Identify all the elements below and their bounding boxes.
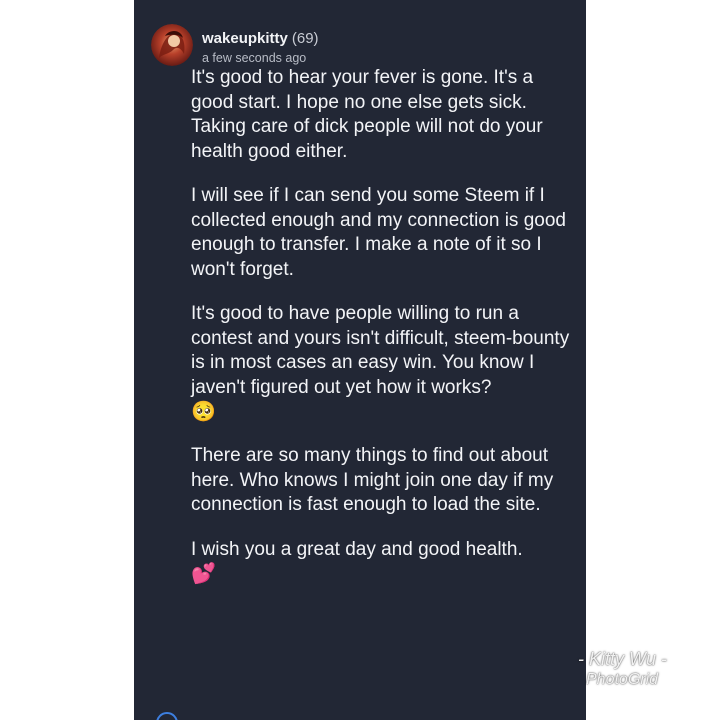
comment-paragraph-2: I will see if I can send you some Steem …: [191, 185, 566, 280]
avatar-image: [151, 24, 193, 66]
screenshot-frame: wakeupkitty (69) a few seconds ago It's g…: [0, 0, 720, 720]
avatar[interactable]: [151, 24, 193, 66]
watermark-app: PhotoGrid: [586, 671, 659, 688]
comment-body: It's good to hear your fever is gone. It…: [191, 66, 571, 606]
comment-paragraph-5: I wish you a great day and good health. …: [191, 538, 571, 587]
watermark-author: - Kitty Wu -: [578, 649, 667, 669]
pleading-face-emoji: 🥺: [191, 401, 216, 423]
comment-paragraph-5-text: I wish you a great day and good health.: [191, 538, 523, 560]
comment-timestamp[interactable]: a few seconds ago: [202, 51, 306, 66]
author-name[interactable]: wakeupkitty: [202, 30, 288, 47]
comment-paragraph-4: There are so many things to find out abo…: [191, 445, 554, 515]
watermark: - Kitty Wu - PhotoGrid: [578, 648, 667, 690]
comment-paragraph-3-text: It's good to have people willing to run …: [191, 303, 570, 398]
two-hearts-emoji: 💕: [191, 563, 216, 585]
comment-panel: wakeupkitty (69) a few seconds ago It's g…: [134, 0, 586, 720]
comment-paragraph-3: It's good to have people willing to run …: [191, 302, 571, 424]
comment-paragraph-1: It's good to hear your fever is gone. It…: [191, 67, 543, 162]
reply-avatar-icon[interactable]: [156, 712, 178, 720]
author-reputation: (69): [291, 30, 319, 47]
comment-header: wakeupkitty (69): [202, 30, 319, 48]
